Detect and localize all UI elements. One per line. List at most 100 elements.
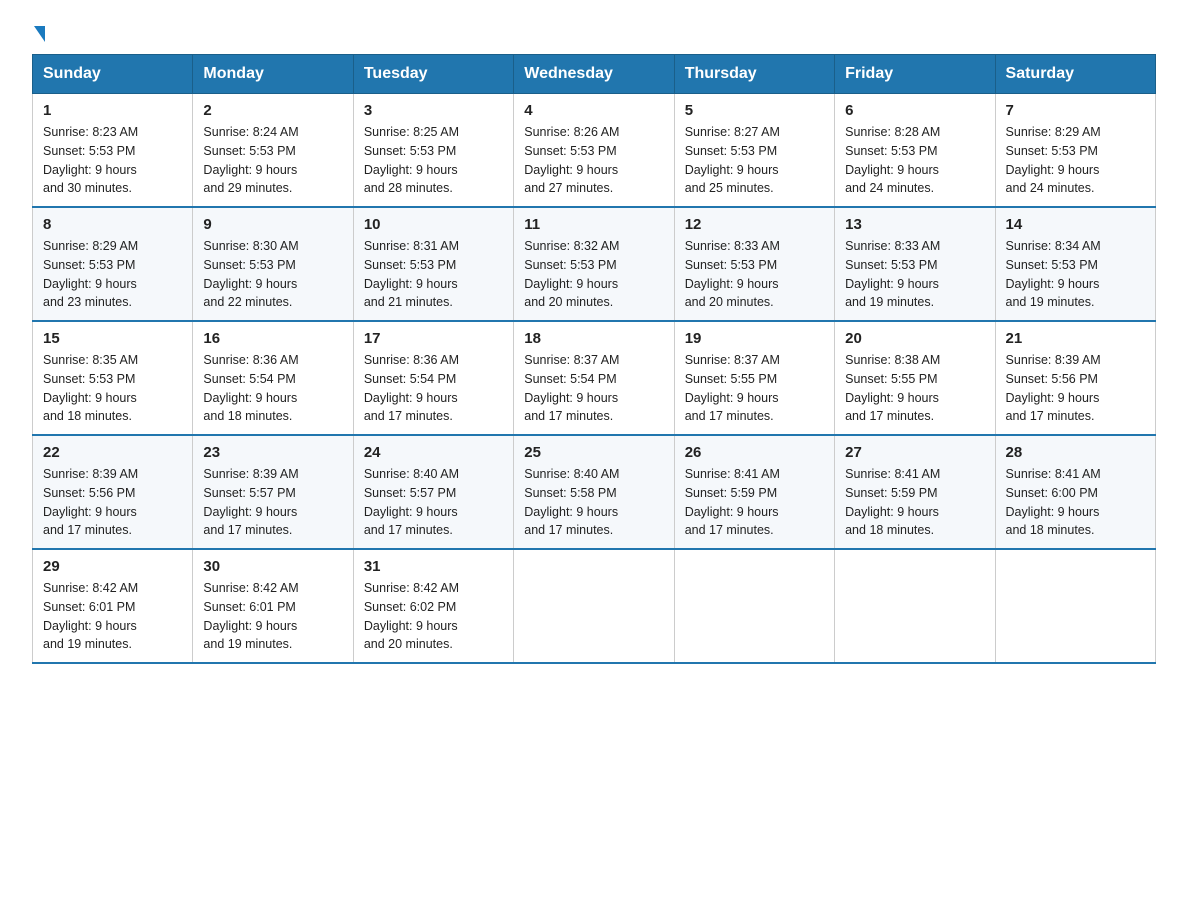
day-info: Sunrise: 8:33 AMSunset: 5:53 PMDaylight:…: [685, 239, 780, 309]
calendar-cell: 17 Sunrise: 8:36 AMSunset: 5:54 PMDaylig…: [353, 321, 513, 435]
day-info: Sunrise: 8:40 AMSunset: 5:57 PMDaylight:…: [364, 467, 459, 537]
day-info: Sunrise: 8:25 AMSunset: 5:53 PMDaylight:…: [364, 125, 459, 195]
calendar-cell: 30 Sunrise: 8:42 AMSunset: 6:01 PMDaylig…: [193, 549, 353, 663]
day-info: Sunrise: 8:39 AMSunset: 5:56 PMDaylight:…: [43, 467, 138, 537]
header-wednesday: Wednesday: [514, 55, 674, 94]
calendar-cell: 1 Sunrise: 8:23 AMSunset: 5:53 PMDayligh…: [33, 94, 193, 208]
day-number: 20: [845, 330, 984, 347]
calendar-cell: 26 Sunrise: 8:41 AMSunset: 5:59 PMDaylig…: [674, 435, 834, 549]
day-number: 25: [524, 444, 663, 461]
calendar-cell: [514, 549, 674, 663]
day-number: 26: [685, 444, 824, 461]
calendar-header-row: SundayMondayTuesdayWednesdayThursdayFrid…: [33, 55, 1156, 94]
day-number: 9: [203, 216, 342, 233]
day-info: Sunrise: 8:29 AMSunset: 5:53 PMDaylight:…: [1006, 125, 1101, 195]
logo-triangle-icon: [34, 26, 45, 42]
day-info: Sunrise: 8:41 AMSunset: 5:59 PMDaylight:…: [845, 467, 940, 537]
header-tuesday: Tuesday: [353, 55, 513, 94]
calendar-cell: [995, 549, 1155, 663]
calendar-cell: 20 Sunrise: 8:38 AMSunset: 5:55 PMDaylig…: [835, 321, 995, 435]
day-number: 14: [1006, 216, 1145, 233]
header-thursday: Thursday: [674, 55, 834, 94]
calendar-cell: 27 Sunrise: 8:41 AMSunset: 5:59 PMDaylig…: [835, 435, 995, 549]
calendar-cell: 8 Sunrise: 8:29 AMSunset: 5:53 PMDayligh…: [33, 207, 193, 321]
day-number: 22: [43, 444, 182, 461]
day-number: 28: [1006, 444, 1145, 461]
calendar-cell: 15 Sunrise: 8:35 AMSunset: 5:53 PMDaylig…: [33, 321, 193, 435]
day-number: 18: [524, 330, 663, 347]
calendar-cell: 14 Sunrise: 8:34 AMSunset: 5:53 PMDaylig…: [995, 207, 1155, 321]
day-info: Sunrise: 8:36 AMSunset: 5:54 PMDaylight:…: [203, 353, 298, 423]
day-info: Sunrise: 8:37 AMSunset: 5:55 PMDaylight:…: [685, 353, 780, 423]
calendar-cell: 7 Sunrise: 8:29 AMSunset: 5:53 PMDayligh…: [995, 94, 1155, 208]
calendar-cell: 11 Sunrise: 8:32 AMSunset: 5:53 PMDaylig…: [514, 207, 674, 321]
day-number: 7: [1006, 102, 1145, 119]
day-info: Sunrise: 8:39 AMSunset: 5:57 PMDaylight:…: [203, 467, 298, 537]
header-saturday: Saturday: [995, 55, 1155, 94]
day-info: Sunrise: 8:41 AMSunset: 6:00 PMDaylight:…: [1006, 467, 1101, 537]
calendar-cell: 25 Sunrise: 8:40 AMSunset: 5:58 PMDaylig…: [514, 435, 674, 549]
day-number: 21: [1006, 330, 1145, 347]
day-number: 27: [845, 444, 984, 461]
day-info: Sunrise: 8:26 AMSunset: 5:53 PMDaylight:…: [524, 125, 619, 195]
calendar-cell: 10 Sunrise: 8:31 AMSunset: 5:53 PMDaylig…: [353, 207, 513, 321]
header-sunday: Sunday: [33, 55, 193, 94]
day-info: Sunrise: 8:37 AMSunset: 5:54 PMDaylight:…: [524, 353, 619, 423]
day-info: Sunrise: 8:32 AMSunset: 5:53 PMDaylight:…: [524, 239, 619, 309]
calendar-cell: 28 Sunrise: 8:41 AMSunset: 6:00 PMDaylig…: [995, 435, 1155, 549]
calendar-table: SundayMondayTuesdayWednesdayThursdayFrid…: [32, 54, 1156, 664]
day-info: Sunrise: 8:41 AMSunset: 5:59 PMDaylight:…: [685, 467, 780, 537]
day-info: Sunrise: 8:28 AMSunset: 5:53 PMDaylight:…: [845, 125, 940, 195]
day-number: 5: [685, 102, 824, 119]
header-friday: Friday: [835, 55, 995, 94]
calendar-cell: [835, 549, 995, 663]
header-monday: Monday: [193, 55, 353, 94]
calendar-cell: 9 Sunrise: 8:30 AMSunset: 5:53 PMDayligh…: [193, 207, 353, 321]
day-number: 19: [685, 330, 824, 347]
day-number: 8: [43, 216, 182, 233]
day-number: 29: [43, 558, 182, 575]
day-number: 16: [203, 330, 342, 347]
day-info: Sunrise: 8:31 AMSunset: 5:53 PMDaylight:…: [364, 239, 459, 309]
day-number: 23: [203, 444, 342, 461]
day-number: 3: [364, 102, 503, 119]
calendar-cell: 23 Sunrise: 8:39 AMSunset: 5:57 PMDaylig…: [193, 435, 353, 549]
day-info: Sunrise: 8:42 AMSunset: 6:02 PMDaylight:…: [364, 581, 459, 651]
day-info: Sunrise: 8:35 AMSunset: 5:53 PMDaylight:…: [43, 353, 138, 423]
day-number: 10: [364, 216, 503, 233]
calendar-cell: 2 Sunrise: 8:24 AMSunset: 5:53 PMDayligh…: [193, 94, 353, 208]
calendar-week-row: 29 Sunrise: 8:42 AMSunset: 6:01 PMDaylig…: [33, 549, 1156, 663]
calendar-cell: 18 Sunrise: 8:37 AMSunset: 5:54 PMDaylig…: [514, 321, 674, 435]
calendar-cell: 29 Sunrise: 8:42 AMSunset: 6:01 PMDaylig…: [33, 549, 193, 663]
calendar-cell: 5 Sunrise: 8:27 AMSunset: 5:53 PMDayligh…: [674, 94, 834, 208]
calendar-cell: 24 Sunrise: 8:40 AMSunset: 5:57 PMDaylig…: [353, 435, 513, 549]
day-number: 17: [364, 330, 503, 347]
calendar-cell: 6 Sunrise: 8:28 AMSunset: 5:53 PMDayligh…: [835, 94, 995, 208]
calendar-week-row: 1 Sunrise: 8:23 AMSunset: 5:53 PMDayligh…: [33, 94, 1156, 208]
day-info: Sunrise: 8:27 AMSunset: 5:53 PMDaylight:…: [685, 125, 780, 195]
day-info: Sunrise: 8:34 AMSunset: 5:53 PMDaylight:…: [1006, 239, 1101, 309]
day-number: 15: [43, 330, 182, 347]
day-info: Sunrise: 8:38 AMSunset: 5:55 PMDaylight:…: [845, 353, 940, 423]
day-info: Sunrise: 8:23 AMSunset: 5:53 PMDaylight:…: [43, 125, 138, 195]
day-info: Sunrise: 8:29 AMSunset: 5:53 PMDaylight:…: [43, 239, 138, 309]
day-info: Sunrise: 8:30 AMSunset: 5:53 PMDaylight:…: [203, 239, 298, 309]
day-number: 6: [845, 102, 984, 119]
day-info: Sunrise: 8:33 AMSunset: 5:53 PMDaylight:…: [845, 239, 940, 309]
calendar-cell: 22 Sunrise: 8:39 AMSunset: 5:56 PMDaylig…: [33, 435, 193, 549]
day-number: 2: [203, 102, 342, 119]
page-header: [32, 24, 1156, 44]
calendar-cell: 16 Sunrise: 8:36 AMSunset: 5:54 PMDaylig…: [193, 321, 353, 435]
calendar-cell: 4 Sunrise: 8:26 AMSunset: 5:53 PMDayligh…: [514, 94, 674, 208]
calendar-cell: 19 Sunrise: 8:37 AMSunset: 5:55 PMDaylig…: [674, 321, 834, 435]
day-info: Sunrise: 8:36 AMSunset: 5:54 PMDaylight:…: [364, 353, 459, 423]
day-info: Sunrise: 8:39 AMSunset: 5:56 PMDaylight:…: [1006, 353, 1101, 423]
calendar-cell: 21 Sunrise: 8:39 AMSunset: 5:56 PMDaylig…: [995, 321, 1155, 435]
calendar-cell: 31 Sunrise: 8:42 AMSunset: 6:02 PMDaylig…: [353, 549, 513, 663]
day-number: 11: [524, 216, 663, 233]
day-number: 13: [845, 216, 984, 233]
day-info: Sunrise: 8:24 AMSunset: 5:53 PMDaylight:…: [203, 125, 298, 195]
calendar-week-row: 22 Sunrise: 8:39 AMSunset: 5:56 PMDaylig…: [33, 435, 1156, 549]
day-number: 31: [364, 558, 503, 575]
day-number: 12: [685, 216, 824, 233]
